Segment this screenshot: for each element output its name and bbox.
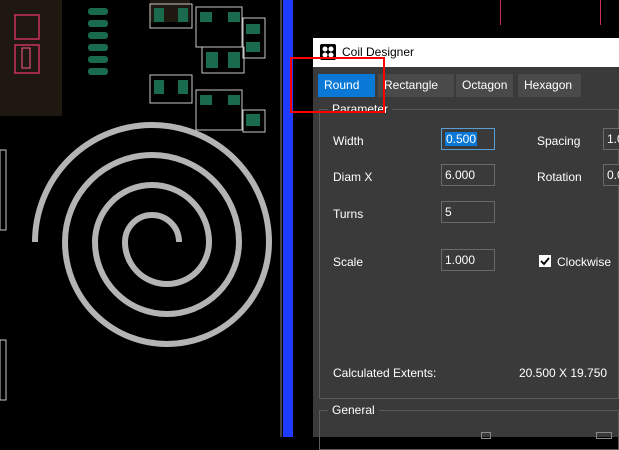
width-value: 0.500 <box>445 132 478 146</box>
tab-rectangle[interactable]: Rectangle <box>378 74 454 97</box>
diam-x-value: 6.000 <box>445 168 476 182</box>
scale-label: Scale <box>333 255 364 269</box>
tab-octagon[interactable]: Octagon <box>456 74 513 97</box>
coil-designer-dialog: Coil Designer Round Rectangle Octagon He… <box>313 38 619 450</box>
rotation-label: Rotation <box>537 170 582 184</box>
turns-value: 5 <box>445 205 452 219</box>
parameter-group-label: Parameter <box>328 102 393 116</box>
tab-label: Rectangle <box>384 78 439 92</box>
clockwise-checkbox[interactable] <box>539 255 551 267</box>
calculated-extents-label: Calculated Extents: <box>333 366 437 380</box>
tab-label: Round <box>324 78 360 92</box>
general-group: General <box>319 403 619 450</box>
diam-x-label: Diam X <box>333 170 373 184</box>
general-checkbox[interactable] <box>481 432 491 439</box>
spacing-value: 1.0 <box>607 132 619 146</box>
checkmark-icon <box>540 257 550 266</box>
general-field[interactable] <box>596 432 612 439</box>
general-group-label: General <box>328 403 379 417</box>
clockwise-label: Clockwise <box>557 255 612 269</box>
scale-field[interactable]: 1.000 <box>441 249 495 271</box>
diam-x-field[interactable]: 6.000 <box>441 164 495 186</box>
scale-value: 1.000 <box>445 253 476 267</box>
tab-hexagon[interactable]: Hexagon <box>518 74 581 97</box>
turns-label: Turns <box>333 207 364 221</box>
turns-field[interactable]: 5 <box>441 201 495 223</box>
dialog-titlebar[interactable]: Coil Designer <box>313 38 619 67</box>
width-label: Width <box>333 134 364 148</box>
width-field[interactable]: 0.500 <box>441 128 495 150</box>
board-edge <box>283 0 293 437</box>
coil-designer-app-icon <box>320 44 336 60</box>
tab-round[interactable]: Round <box>318 74 375 97</box>
rotation-field[interactable]: 0.0 <box>603 164 619 186</box>
spacing-label: Spacing <box>537 134 581 148</box>
calculated-extents-value: 20.500 X 19.750 <box>519 366 608 380</box>
rotation-value: 0.0 <box>607 168 619 182</box>
dialog-title: Coil Designer <box>342 45 415 59</box>
spacing-field[interactable]: 1.0 <box>603 128 619 150</box>
tab-label: Octagon <box>462 78 508 92</box>
tab-label: Hexagon <box>524 78 573 92</box>
